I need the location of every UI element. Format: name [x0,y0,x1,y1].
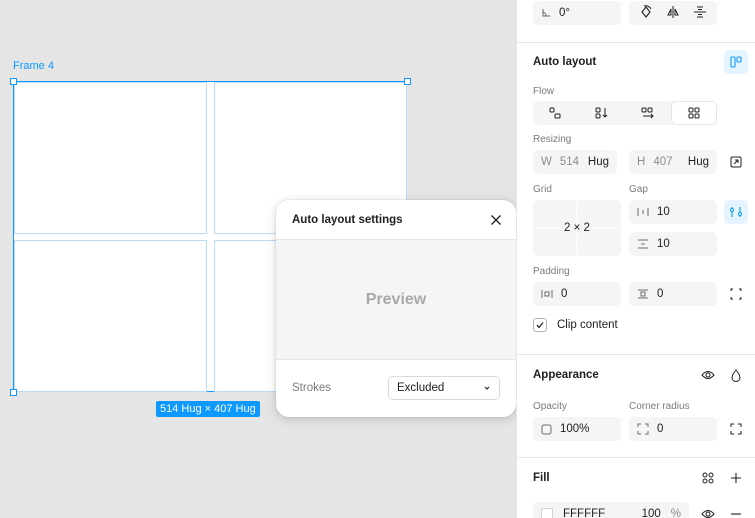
gap-horizontal-icon [637,208,649,216]
flip-horizontal-icon[interactable] [666,5,680,22]
grid-cell-3[interactable] [14,240,207,392]
remove-fill-icon[interactable] [724,502,748,518]
clip-content-label: Clip content [557,319,618,331]
flow-horizontal-icon[interactable] [625,101,671,125]
opacity-value: 100% [560,423,590,435]
rotation-value: 0° [559,7,570,19]
divider [517,457,755,458]
grid-size-value: 2 × 2 [562,222,592,234]
corner-radius-field[interactable]: 0 [629,417,717,441]
fill-opacity-value[interactable]: 100 [642,508,661,518]
padding-horizontal-value: 0 [561,288,568,300]
gap-vertical-icon [638,239,648,249]
rotate-icon[interactable] [639,4,653,22]
fill-swatch[interactable] [541,508,553,518]
gap-vertical-value: 10 [657,238,670,250]
resize-handle-bottom-left[interactable] [10,389,17,396]
size-badge: 514 Hug × 407 Hug [156,401,260,417]
width-prefix: W [541,156,552,168]
add-fill-icon[interactable] [724,466,748,490]
popover-title: Auto layout settings [292,213,403,226]
gap-label: Gap [629,184,648,195]
auto-layout-toggle-icon[interactable] [724,50,748,74]
padding-horizontal-field[interactable]: 0 [533,282,621,306]
width-value: 514 [559,156,580,168]
flow-label: Flow [533,86,555,97]
grid-label: Grid [533,184,552,195]
strokes-select[interactable]: Excluded [388,376,500,400]
preview-area: Preview [276,240,516,360]
fill-opacity-unit: % [670,508,681,518]
flow-grid-icon[interactable] [671,101,717,125]
rotation-field[interactable]: 0° [533,1,621,25]
angle-icon [542,9,550,17]
opacity-label: Opacity [533,401,567,412]
grid-size-picker[interactable]: 2 × 2 [533,200,621,256]
clip-content-checkbox[interactable] [533,318,547,332]
resize-handle-top-right[interactable] [404,78,411,85]
padding-label: Padding [533,266,570,277]
flow-free-icon[interactable] [533,101,579,125]
fill-hex-value[interactable]: FFFFFF [563,508,605,518]
opacity-field[interactable]: 100% [533,417,621,441]
corner-radius-value: 0 [657,423,664,435]
styles-icon[interactable] [696,466,720,490]
auto-layout-settings-popover: Auto layout settings Preview Strokes Exc… [276,200,516,417]
grid-cell-1[interactable] [14,82,207,234]
divider [517,354,755,355]
resize-to-fit-icon[interactable] [724,150,748,174]
height-prefix: H [637,156,646,168]
appearance-title: Appearance [533,369,599,381]
auto-layout-title: Auto layout [533,56,597,68]
strokes-select-value: Excluded [397,382,445,394]
independent-corners-icon[interactable] [724,417,748,441]
opacity-icon [541,424,552,434]
gap-vertical-field[interactable]: 10 [629,232,717,256]
fill-visibility-icon[interactable] [696,502,720,518]
flow-vertical-icon[interactable] [579,101,625,125]
corner-radius-icon [637,423,649,435]
height-value: 407 [653,156,673,168]
width-field[interactable]: W 514 Hug [533,150,617,174]
gap-settings-icon[interactable] [724,200,748,224]
fill-color-field[interactable]: FFFFFF 100 % [533,502,689,518]
preview-text: Preview [365,290,427,308]
padding-horizontal-icon [541,290,553,298]
chevron-down-icon [484,386,490,390]
resizing-label: Resizing [533,134,572,145]
blend-mode-icon[interactable] [724,363,748,387]
padding-vertical-field[interactable]: 0 [629,282,717,306]
flip-vertical-icon[interactable] [693,5,707,22]
padding-vertical-value: 0 [657,288,664,300]
corner-radius-label: Corner radius [629,401,690,412]
flow-segmented-control [533,101,717,125]
canvas[interactable]: Frame 4 514 Hug × 407 Hug Auto layout se… [0,0,516,518]
strokes-row: Strokes Excluded [276,360,516,416]
frame-label[interactable]: Frame 4 [13,60,54,72]
independent-padding-icon[interactable] [724,282,748,306]
padding-vertical-icon [638,289,648,299]
width-mode[interactable]: Hug [588,156,609,168]
checkmark-icon [536,322,544,329]
popover-header: Auto layout settings [276,200,516,240]
eye-icon[interactable] [696,363,720,387]
strokes-label: Strokes [292,382,331,394]
properties-panel: 0° Auto layout Flow Resizing W 514 Hug H… [516,0,755,518]
gap-horizontal-field[interactable]: 10 [629,200,717,224]
gap-horizontal-value: 10 [657,206,670,218]
fill-title: Fill [533,472,550,484]
resize-handle-top-left[interactable] [10,78,17,85]
close-icon[interactable] [488,212,504,228]
height-field[interactable]: H 407 Hug [629,150,717,174]
divider [517,42,755,43]
height-mode[interactable]: Hug [688,156,709,168]
transform-buttons [629,1,717,25]
